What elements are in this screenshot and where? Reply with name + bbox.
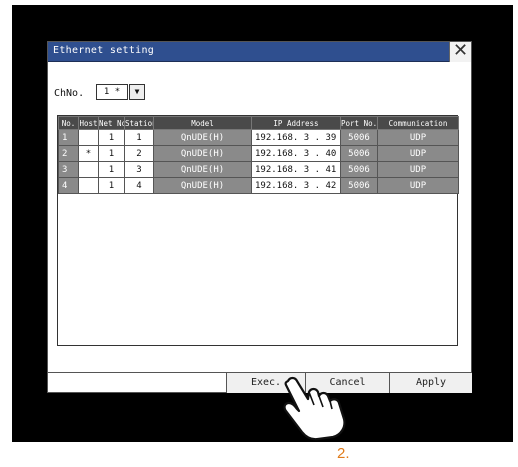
channel-label: ChNo. [54, 88, 85, 99]
cell-host[interactable]: * [78, 145, 99, 162]
cell-net-no[interactable]: 1 [98, 161, 125, 178]
close-icon[interactable]: ✕ [449, 42, 471, 62]
cell-model[interactable]: QnUDE(H) [153, 177, 252, 194]
cell-port-no[interactable]: 5006 [340, 177, 378, 194]
ethernet-table: No. Host Net No. Station Model IP Addres… [57, 115, 459, 346]
col-header-no: No. [58, 116, 79, 130]
cell-station[interactable]: 2 [124, 145, 154, 162]
pointing-hand-icon [283, 376, 346, 441]
cell-net-no[interactable]: 1 [98, 177, 125, 194]
col-header-ip-address: IP Address [251, 116, 341, 130]
cell-no[interactable]: 1 [58, 129, 79, 146]
cell-ip-address[interactable]: 192.168. 3 . 41 [251, 161, 341, 178]
cell-station[interactable]: 1 [124, 129, 154, 146]
step-number-label: 2. [337, 445, 350, 462]
channel-dropdown-button[interactable]: ▼ [129, 84, 145, 100]
cell-no[interactable]: 4 [58, 177, 79, 194]
cell-model[interactable]: QnUDE(H) [153, 145, 252, 162]
button-bar: Exec. Cancel Apply [48, 372, 472, 393]
cell-port-no[interactable]: 5006 [340, 145, 378, 162]
cell-host[interactable] [78, 161, 99, 178]
col-header-communication: Communication [377, 116, 459, 130]
cell-communication[interactable]: UDP [377, 161, 459, 178]
cell-communication[interactable]: UDP [377, 177, 459, 194]
col-header-station: Station [124, 116, 154, 130]
cell-host[interactable] [78, 177, 99, 194]
cell-port-no[interactable]: 5006 [340, 129, 378, 146]
cell-port-no[interactable]: 5006 [340, 161, 378, 178]
channel-select[interactable]: 1 * [96, 84, 128, 100]
table-row[interactable]: 3 1 3 QnUDE(H) 192.168. 3 . 41 5006 UDP [58, 161, 459, 178]
table-row[interactable]: 1 1 1 QnUDE(H) 192.168. 3 . 39 5006 UDP [58, 129, 459, 146]
col-header-model: Model [153, 116, 252, 130]
col-header-port-no: Port No. [340, 116, 378, 130]
cell-ip-address[interactable]: 192.168. 3 . 39 [251, 129, 341, 146]
table-header-row: No. Host Net No. Station Model IP Addres… [58, 116, 459, 130]
cell-no[interactable]: 2 [58, 145, 79, 162]
apply-button[interactable]: Apply [389, 373, 472, 393]
col-header-net-no: Net No. [98, 116, 125, 130]
cell-net-no[interactable]: 1 [98, 145, 125, 162]
cell-communication[interactable]: UDP [377, 129, 459, 146]
chevron-down-icon: ▼ [134, 87, 140, 96]
cell-station[interactable]: 4 [124, 177, 154, 194]
col-header-host: Host [78, 116, 99, 130]
table-row[interactable]: 2 * 1 2 QnUDE(H) 192.168. 3 . 40 5006 UD… [58, 145, 459, 162]
cell-ip-address[interactable]: 192.168. 3 . 42 [251, 177, 341, 194]
cell-host[interactable] [78, 129, 99, 146]
cell-station[interactable]: 3 [124, 161, 154, 178]
cell-model[interactable]: QnUDE(H) [153, 129, 252, 146]
dialog-titlebar: Ethernet setting ✕ [48, 42, 471, 62]
cell-no[interactable]: 3 [58, 161, 79, 178]
cell-net-no[interactable]: 1 [98, 129, 125, 146]
ethernet-setting-dialog: Ethernet setting ✕ ChNo. 1 * ▼ No. Host … [47, 41, 472, 393]
dialog-title: Ethernet setting [53, 45, 155, 56]
cell-ip-address[interactable]: 192.168. 3 . 40 [251, 145, 341, 162]
cell-model[interactable]: QnUDE(H) [153, 161, 252, 178]
cell-communication[interactable]: UDP [377, 145, 459, 162]
table-row[interactable]: 4 1 4 QnUDE(H) 192.168. 3 . 42 5006 UDP [58, 177, 459, 194]
